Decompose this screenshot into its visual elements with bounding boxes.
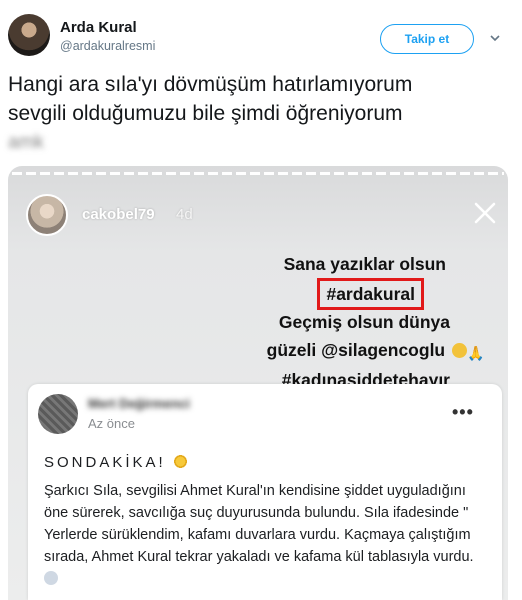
post-author-avatar (38, 394, 78, 434)
author-avatar[interactable] (8, 14, 50, 56)
close-icon (474, 202, 496, 224)
tweet-text-line: sevgili olduğumuzu bile şimdi öğreniyoru… (8, 102, 403, 125)
story-hashtag-highlight: #ardakural (317, 278, 424, 310)
story-avatar (26, 194, 68, 236)
post-body-text: Şarkıcı Sıla, sevgilisi Ahmet Kural'ın k… (44, 483, 474, 565)
sad-face-icon (452, 343, 467, 358)
story-username: cakobel79 (82, 206, 155, 223)
post-body: Şarkıcı Sıla, sevgilisi Ahmet Kural'ın k… (44, 480, 484, 590)
story-mention: güzeli @silagencoglu (266, 340, 446, 360)
tweet-text-blurred: amk (8, 132, 44, 153)
tweet-media-image[interactable]: cakobel79 4d Sana yazıklar olsun #ardaku… (8, 166, 508, 600)
story-caption-line: Geçmiş olsun dünya (278, 312, 450, 332)
story-progress-bar (12, 172, 504, 175)
chevron-down-icon[interactable] (489, 32, 501, 44)
tweet-text: Hangi ara sıla'yı dövmüşüm hatırlamıyoru… (8, 70, 508, 157)
tweet-text-line: Hangi ara sıla'yı dövmüşüm hatırlamıyoru… (8, 73, 413, 96)
tweet-header: Arda Kural @ardakuralresmi Takip et (0, 0, 522, 66)
story-caption-line: Sana yazıklar olsun (283, 254, 446, 274)
author-handle[interactable]: @ardakuralresmi (60, 39, 155, 53)
story-time: 4d (176, 206, 193, 223)
sun-icon (172, 454, 188, 469)
post-author-name: Mert Değirmenci (88, 396, 190, 411)
screaming-face-icon (44, 571, 58, 585)
post-heading: SONDAKİKA! (44, 454, 188, 471)
post-heading-text: SONDAKİKA! (44, 454, 166, 471)
post-time: Az önce (88, 416, 135, 431)
embedded-post-card: Mert Değirmenci Az önce ••• SONDAKİKA! Ş… (28, 384, 502, 600)
praying-hands-icon: 🙏 (467, 345, 485, 361)
follow-button[interactable]: Takip et (380, 24, 474, 54)
more-options-icon: ••• (452, 402, 474, 422)
story-caption-line: güzeli @silagencoglu 🙏 (266, 336, 485, 364)
author-name[interactable]: Arda Kural (60, 19, 137, 36)
